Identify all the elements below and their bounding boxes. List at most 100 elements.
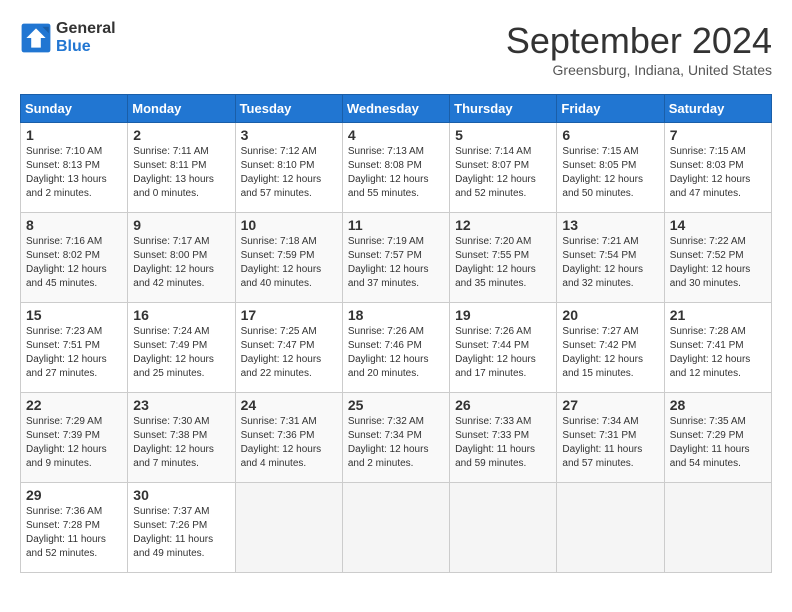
col-monday: Monday bbox=[128, 95, 235, 123]
day-info: Sunrise: 7:13 AMSunset: 8:08 PMDaylight:… bbox=[348, 145, 444, 201]
day-number: 20 bbox=[562, 307, 658, 323]
calendar-cell bbox=[557, 483, 664, 573]
day-info: Sunrise: 7:19 AMSunset: 7:57 PMDaylight:… bbox=[348, 235, 444, 291]
day-info: Sunrise: 7:34 AMSunset: 7:31 PMDaylight:… bbox=[562, 415, 658, 471]
logo-text: General Blue bbox=[56, 20, 116, 55]
calendar-week-5: 29 Sunrise: 7:36 AMSunset: 7:28 PMDaylig… bbox=[21, 483, 772, 573]
title-section: September 2024 Greensburg, Indiana, Unit… bbox=[506, 20, 772, 78]
day-info: Sunrise: 7:14 AMSunset: 8:07 PMDaylight:… bbox=[455, 145, 551, 201]
calendar-cell: 12 Sunrise: 7:20 AMSunset: 7:55 PMDaylig… bbox=[450, 213, 557, 303]
calendar-cell: 4 Sunrise: 7:13 AMSunset: 8:08 PMDayligh… bbox=[342, 123, 449, 213]
day-number: 23 bbox=[133, 397, 229, 413]
day-info: Sunrise: 7:26 AMSunset: 7:44 PMDaylight:… bbox=[455, 325, 551, 381]
calendar-cell bbox=[235, 483, 342, 573]
day-info: Sunrise: 7:25 AMSunset: 7:47 PMDaylight:… bbox=[241, 325, 337, 381]
day-number: 9 bbox=[133, 217, 229, 233]
day-number: 15 bbox=[26, 307, 122, 323]
day-number: 25 bbox=[348, 397, 444, 413]
day-info: Sunrise: 7:29 AMSunset: 7:39 PMDaylight:… bbox=[26, 415, 122, 471]
day-number: 17 bbox=[241, 307, 337, 323]
calendar-cell: 6 Sunrise: 7:15 AMSunset: 8:05 PMDayligh… bbox=[557, 123, 664, 213]
day-info: Sunrise: 7:12 AMSunset: 8:10 PMDaylight:… bbox=[241, 145, 337, 201]
logo-general-text: General bbox=[56, 20, 116, 38]
calendar-cell: 14 Sunrise: 7:22 AMSunset: 7:52 PMDaylig… bbox=[664, 213, 771, 303]
day-info: Sunrise: 7:37 AMSunset: 7:26 PMDaylight:… bbox=[133, 505, 229, 561]
day-info: Sunrise: 7:36 AMSunset: 7:28 PMDaylight:… bbox=[26, 505, 122, 561]
calendar-cell: 22 Sunrise: 7:29 AMSunset: 7:39 PMDaylig… bbox=[21, 393, 128, 483]
day-number: 12 bbox=[455, 217, 551, 233]
day-number: 10 bbox=[241, 217, 337, 233]
day-info: Sunrise: 7:26 AMSunset: 7:46 PMDaylight:… bbox=[348, 325, 444, 381]
calendar-cell: 16 Sunrise: 7:24 AMSunset: 7:49 PMDaylig… bbox=[128, 303, 235, 393]
col-tuesday: Tuesday bbox=[235, 95, 342, 123]
day-number: 26 bbox=[455, 397, 551, 413]
calendar-cell: 19 Sunrise: 7:26 AMSunset: 7:44 PMDaylig… bbox=[450, 303, 557, 393]
day-number: 28 bbox=[670, 397, 766, 413]
calendar-week-3: 15 Sunrise: 7:23 AMSunset: 7:51 PMDaylig… bbox=[21, 303, 772, 393]
calendar-cell: 29 Sunrise: 7:36 AMSunset: 7:28 PMDaylig… bbox=[21, 483, 128, 573]
calendar-cell bbox=[450, 483, 557, 573]
day-info: Sunrise: 7:33 AMSunset: 7:33 PMDaylight:… bbox=[455, 415, 551, 471]
day-number: 22 bbox=[26, 397, 122, 413]
day-number: 11 bbox=[348, 217, 444, 233]
day-info: Sunrise: 7:11 AMSunset: 8:11 PMDaylight:… bbox=[133, 145, 229, 201]
calendar-cell: 25 Sunrise: 7:32 AMSunset: 7:34 PMDaylig… bbox=[342, 393, 449, 483]
calendar-week-4: 22 Sunrise: 7:29 AMSunset: 7:39 PMDaylig… bbox=[21, 393, 772, 483]
day-number: 7 bbox=[670, 127, 766, 143]
calendar-week-1: 1 Sunrise: 7:10 AMSunset: 8:13 PMDayligh… bbox=[21, 123, 772, 213]
day-number: 2 bbox=[133, 127, 229, 143]
day-info: Sunrise: 7:18 AMSunset: 7:59 PMDaylight:… bbox=[241, 235, 337, 291]
day-number: 27 bbox=[562, 397, 658, 413]
day-number: 8 bbox=[26, 217, 122, 233]
day-number: 4 bbox=[348, 127, 444, 143]
day-info: Sunrise: 7:23 AMSunset: 7:51 PMDaylight:… bbox=[26, 325, 122, 381]
calendar-cell: 2 Sunrise: 7:11 AMSunset: 8:11 PMDayligh… bbox=[128, 123, 235, 213]
calendar-cell: 15 Sunrise: 7:23 AMSunset: 7:51 PMDaylig… bbox=[21, 303, 128, 393]
calendar-cell: 27 Sunrise: 7:34 AMSunset: 7:31 PMDaylig… bbox=[557, 393, 664, 483]
calendar-cell: 23 Sunrise: 7:30 AMSunset: 7:38 PMDaylig… bbox=[128, 393, 235, 483]
calendar-cell: 10 Sunrise: 7:18 AMSunset: 7:59 PMDaylig… bbox=[235, 213, 342, 303]
day-number: 18 bbox=[348, 307, 444, 323]
day-info: Sunrise: 7:32 AMSunset: 7:34 PMDaylight:… bbox=[348, 415, 444, 471]
day-info: Sunrise: 7:24 AMSunset: 7:49 PMDaylight:… bbox=[133, 325, 229, 381]
calendar-cell: 18 Sunrise: 7:26 AMSunset: 7:46 PMDaylig… bbox=[342, 303, 449, 393]
col-saturday: Saturday bbox=[664, 95, 771, 123]
day-number: 16 bbox=[133, 307, 229, 323]
day-info: Sunrise: 7:27 AMSunset: 7:42 PMDaylight:… bbox=[562, 325, 658, 381]
calendar-cell: 20 Sunrise: 7:27 AMSunset: 7:42 PMDaylig… bbox=[557, 303, 664, 393]
logo-blue-text: Blue bbox=[56, 38, 116, 56]
day-number: 3 bbox=[241, 127, 337, 143]
location-text: Greensburg, Indiana, United States bbox=[506, 62, 772, 78]
logo-icon bbox=[20, 22, 52, 54]
col-thursday: Thursday bbox=[450, 95, 557, 123]
day-number: 21 bbox=[670, 307, 766, 323]
day-number: 29 bbox=[26, 487, 122, 503]
calendar-cell: 24 Sunrise: 7:31 AMSunset: 7:36 PMDaylig… bbox=[235, 393, 342, 483]
day-number: 24 bbox=[241, 397, 337, 413]
calendar-cell: 30 Sunrise: 7:37 AMSunset: 7:26 PMDaylig… bbox=[128, 483, 235, 573]
calendar-cell: 26 Sunrise: 7:33 AMSunset: 7:33 PMDaylig… bbox=[450, 393, 557, 483]
day-info: Sunrise: 7:30 AMSunset: 7:38 PMDaylight:… bbox=[133, 415, 229, 471]
page-header: General Blue September 2024 Greensburg, … bbox=[20, 20, 772, 78]
calendar-cell: 21 Sunrise: 7:28 AMSunset: 7:41 PMDaylig… bbox=[664, 303, 771, 393]
month-title: September 2024 bbox=[506, 20, 772, 62]
day-number: 13 bbox=[562, 217, 658, 233]
calendar-cell bbox=[664, 483, 771, 573]
calendar-cell: 1 Sunrise: 7:10 AMSunset: 8:13 PMDayligh… bbox=[21, 123, 128, 213]
day-info: Sunrise: 7:22 AMSunset: 7:52 PMDaylight:… bbox=[670, 235, 766, 291]
calendar-cell: 11 Sunrise: 7:19 AMSunset: 7:57 PMDaylig… bbox=[342, 213, 449, 303]
col-wednesday: Wednesday bbox=[342, 95, 449, 123]
calendar-cell: 17 Sunrise: 7:25 AMSunset: 7:47 PMDaylig… bbox=[235, 303, 342, 393]
calendar-cell: 3 Sunrise: 7:12 AMSunset: 8:10 PMDayligh… bbox=[235, 123, 342, 213]
header-row: Sunday Monday Tuesday Wednesday Thursday… bbox=[21, 95, 772, 123]
col-sunday: Sunday bbox=[21, 95, 128, 123]
day-number: 30 bbox=[133, 487, 229, 503]
day-info: Sunrise: 7:15 AMSunset: 8:05 PMDaylight:… bbox=[562, 145, 658, 201]
day-number: 19 bbox=[455, 307, 551, 323]
day-info: Sunrise: 7:20 AMSunset: 7:55 PMDaylight:… bbox=[455, 235, 551, 291]
col-friday: Friday bbox=[557, 95, 664, 123]
logo: General Blue bbox=[20, 20, 116, 55]
day-number: 1 bbox=[26, 127, 122, 143]
calendar-cell: 13 Sunrise: 7:21 AMSunset: 7:54 PMDaylig… bbox=[557, 213, 664, 303]
day-info: Sunrise: 7:16 AMSunset: 8:02 PMDaylight:… bbox=[26, 235, 122, 291]
